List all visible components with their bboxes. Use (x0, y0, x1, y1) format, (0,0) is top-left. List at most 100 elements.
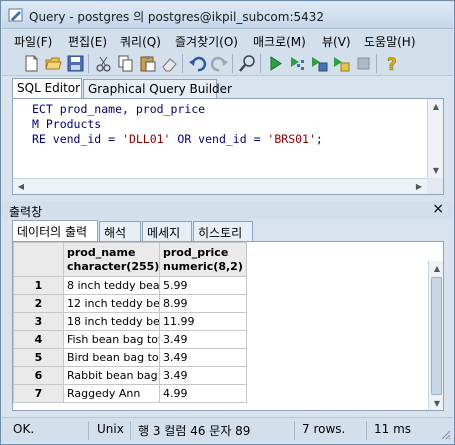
table-row[interactable]: 7 Raggedy Ann 4.99 (13, 384, 247, 403)
cell-prod-name[interactable]: Bird bean bag toy (63, 348, 160, 367)
table-row[interactable]: 5 Bird bean bag toy 3.49 (13, 348, 247, 367)
column-type: character(255) (67, 260, 160, 273)
execute-to-file-icon[interactable] (310, 54, 329, 73)
scroll-down-icon[interactable]: ▼ (428, 163, 444, 179)
cell-prod-price[interactable]: 4.99 (159, 384, 247, 403)
table-row[interactable]: 3 18 inch teddy be 11.99 (13, 312, 247, 331)
data-output-grid[interactable]: prod_name character(255) prod_price nume… (12, 241, 444, 411)
scroll-up-icon[interactable]: ▲ (428, 99, 444, 115)
status-query-time: 11 ms (374, 422, 412, 436)
toolbar-separator (376, 54, 377, 73)
query-app-icon (8, 8, 23, 22)
cell-prod-price[interactable]: 11.99 (159, 312, 247, 331)
code-line: ECT prod_name, prod_price (32, 102, 205, 116)
status-row-count: 7 rows. (302, 422, 346, 436)
status-bar: OK. Unix 행 3 컬럼 46 문자 89 7 rows. 11 ms (2, 417, 453, 442)
cell-prod-name[interactable]: 12 inch teddy be (63, 294, 160, 313)
scroll-down-icon[interactable]: ▼ (429, 396, 443, 410)
toolbar-separator (260, 54, 261, 73)
help-icon[interactable]: ? (382, 54, 401, 73)
window-title: Query - postgres 의 postgres@ikpil_subcom… (29, 10, 325, 24)
code-text: ECT prod_name, prod_price (32, 102, 206, 116)
menu-help[interactable]: 도움말(H) (364, 33, 416, 50)
menu-favourites[interactable]: 즐겨찾기(O) (175, 33, 238, 50)
column-header-prod-price[interactable]: prod_price numeric(8,2) (159, 242, 247, 277)
tab-sql-editor[interactable]: SQL Editor (12, 78, 82, 99)
tab-history[interactable]: 히스토리 (193, 221, 253, 241)
explain-icon[interactable] (288, 54, 307, 73)
table-row[interactable]: 1 8 inch teddy bea 5.99 (13, 276, 247, 295)
row-number[interactable]: 1 (13, 276, 64, 295)
cell-prod-name[interactable]: 8 inch teddy bea (63, 276, 160, 295)
cell-prod-name[interactable]: Raggedy Ann (63, 384, 160, 403)
menu-edit[interactable]: 편집(E) (68, 33, 107, 50)
tab-label: 히스토리 (198, 226, 243, 240)
column-header-prod-name[interactable]: prod_name character(255) (63, 242, 160, 277)
row-number-header[interactable] (13, 242, 64, 277)
row-number[interactable]: 5 (13, 348, 64, 367)
copy-icon[interactable] (116, 54, 135, 73)
resize-grip-icon[interactable] (439, 428, 451, 440)
paste-icon[interactable] (138, 54, 157, 73)
status-cursor-position: 행 3 컬럼 46 문자 89 (138, 424, 251, 438)
cell-prod-name[interactable]: 18 inch teddy be (63, 312, 160, 331)
editor-horizontal-scrollbar[interactable]: ◀ ▶ (13, 178, 427, 194)
close-icon[interactable]: × (432, 201, 444, 217)
grid-vertical-scrollbar[interactable]: ▲ ▼ (428, 261, 443, 410)
new-file-icon[interactable] (22, 54, 41, 73)
scroll-up-icon[interactable]: ▲ (429, 261, 443, 277)
row-number[interactable]: 6 (13, 366, 64, 385)
save-icon[interactable] (66, 54, 85, 73)
redo-icon[interactable] (210, 54, 229, 73)
column-type: numeric(8,2) (163, 260, 243, 273)
cell-prod-name[interactable]: Rabbit bean bag (63, 366, 160, 385)
cell-prod-price[interactable]: 3.49 (159, 348, 247, 367)
toolbar-separator (182, 54, 183, 73)
menu-macros[interactable]: 매크로(M) (253, 33, 306, 50)
cell-prod-name[interactable]: Fish bean bag toy (63, 330, 160, 349)
row-number[interactable]: 3 (13, 312, 64, 331)
editor-vertical-scrollbar[interactable]: ▲ ▼ (427, 99, 443, 179)
scrollbar-thumb[interactable] (431, 277, 442, 395)
status-separator (130, 421, 131, 440)
code-text: RE vend_id = (32, 132, 123, 146)
scroll-right-icon[interactable]: ▶ (411, 179, 427, 195)
stop-icon[interactable] (354, 54, 373, 73)
execute-icon[interactable] (266, 54, 285, 73)
eraser-icon[interactable] (160, 54, 179, 73)
menu-query[interactable]: 쿼리(Q) (120, 33, 161, 50)
cut-icon[interactable] (94, 54, 113, 73)
cell-prod-price[interactable]: 3.49 (159, 330, 247, 349)
tab-explain[interactable]: 해석 (99, 221, 141, 241)
cell-prod-price[interactable]: 3.49 (159, 366, 247, 385)
cell-prod-price[interactable]: 8.99 (159, 294, 247, 313)
undo-icon[interactable] (188, 54, 207, 73)
status-separator (366, 421, 367, 440)
code-text: OR vend_id = (170, 132, 268, 146)
row-number[interactable]: 7 (13, 384, 64, 403)
table-row[interactable]: 6 Rabbit bean bag 3.49 (13, 366, 247, 385)
scroll-left-icon[interactable]: ◀ (13, 179, 29, 195)
tab-data-output[interactable]: 데이터의 출력 (12, 220, 98, 241)
tab-messages[interactable]: 메세지 (142, 221, 192, 241)
sql-editor[interactable]: ECT prod_name, prod_price M Products RE … (12, 98, 444, 195)
status-separator (88, 421, 89, 440)
menu-view[interactable]: 뷰(V) (322, 33, 351, 50)
analyze-icon[interactable] (332, 54, 351, 73)
title-bar[interactable]: Query - postgres 의 postgres@ikpil_subcom… (2, 2, 453, 29)
output-pane-header: 출력창 × (2, 201, 453, 219)
open-folder-icon[interactable] (44, 54, 63, 73)
svg-text:?: ? (387, 55, 397, 73)
scrollbar-corner (427, 178, 443, 194)
toolbar-separator (232, 54, 233, 73)
menu-file[interactable]: 파일(F) (14, 33, 52, 50)
tab-label: SQL Editor (17, 81, 81, 95)
table-row[interactable]: 2 12 inch teddy be 8.99 (13, 294, 247, 313)
status-separator (294, 421, 295, 440)
tab-graphical-query-builder[interactable]: Graphical Query Builder (83, 79, 232, 99)
row-number[interactable]: 2 (13, 294, 64, 313)
row-number[interactable]: 4 (13, 330, 64, 349)
table-row[interactable]: 4 Fish bean bag toy 3.49 (13, 330, 247, 349)
find-icon[interactable] (238, 54, 257, 73)
cell-prod-price[interactable]: 5.99 (159, 276, 247, 295)
